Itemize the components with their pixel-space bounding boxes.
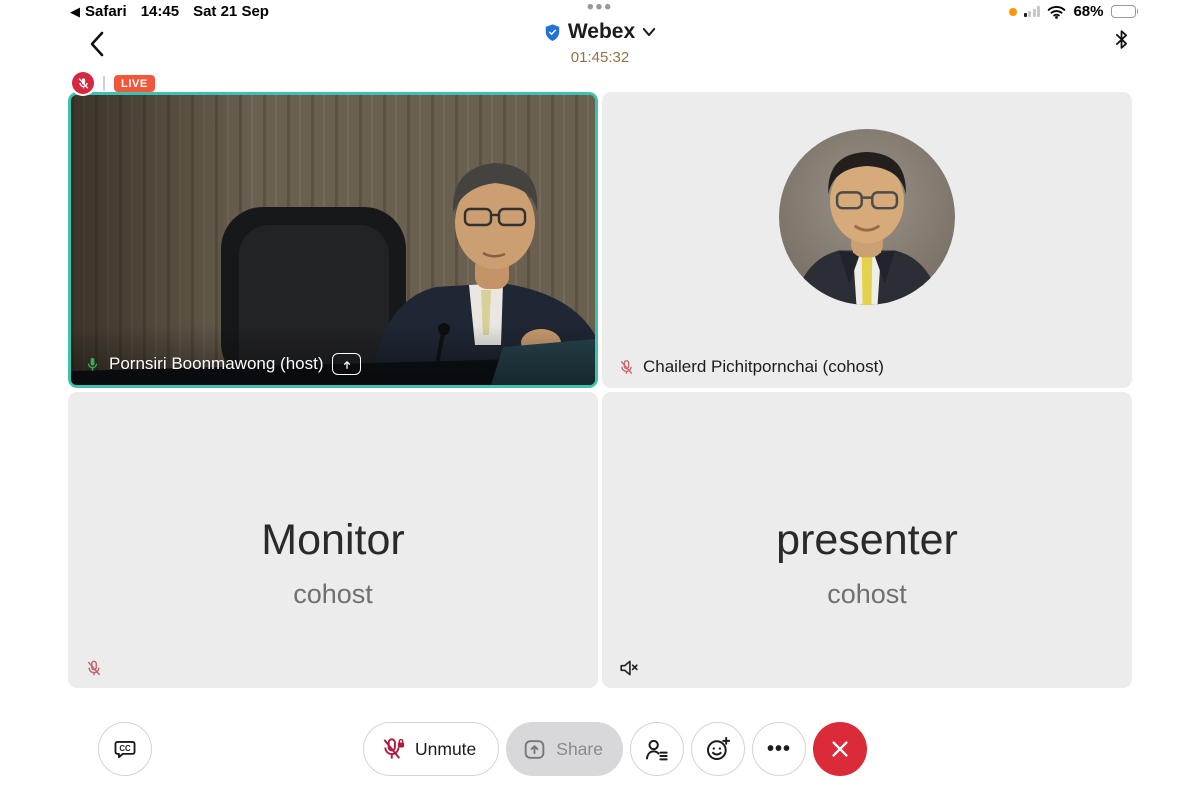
mic-muted-icon bbox=[85, 658, 103, 679]
meeting-control-bar: CC Unmute Share bbox=[0, 722, 1200, 778]
share-label: Share bbox=[556, 739, 603, 760]
app-title: Webex bbox=[568, 20, 635, 44]
participants-icon bbox=[643, 736, 670, 763]
cellular-signal-icon bbox=[1024, 6, 1041, 17]
status-right: 68% bbox=[1009, 3, 1138, 20]
wifi-icon bbox=[1047, 5, 1066, 19]
participant-name-presenter: presenter bbox=[602, 516, 1132, 565]
meeting-title-dropdown[interactable]: Webex bbox=[544, 20, 656, 44]
participant-name-host: Pornsiri Boonmawong (host) bbox=[109, 354, 323, 374]
participants-button[interactable] bbox=[630, 722, 684, 776]
participant-role-monitor: cohost bbox=[68, 579, 598, 610]
cohost-avatar bbox=[779, 129, 955, 305]
video-tile-monitor[interactable]: Monitor cohost bbox=[68, 392, 598, 688]
unmute-label: Unmute bbox=[415, 739, 476, 760]
closed-captions-button[interactable]: CC bbox=[98, 722, 152, 776]
verified-shield-icon bbox=[544, 23, 561, 42]
participant-name-cohost: Chailerd Pichitpornchai (cohost) bbox=[643, 357, 884, 377]
bluetooth-icon bbox=[1115, 29, 1128, 55]
reactions-button[interactable] bbox=[691, 722, 745, 776]
close-x-icon bbox=[829, 738, 851, 760]
host-label-bar: Pornsiri Boonmawong (host) bbox=[71, 327, 595, 385]
mic-on-icon bbox=[85, 354, 100, 375]
meeting-title-block: Webex 01:45:32 bbox=[0, 20, 1200, 66]
reactions-smiley-icon bbox=[704, 735, 732, 763]
live-badge: LIVE bbox=[114, 75, 155, 92]
badge-divider bbox=[103, 76, 105, 91]
cc-icon: CC bbox=[112, 736, 138, 762]
video-tile-cohost[interactable]: Chailerd Pichitpornchai (cohost) bbox=[602, 92, 1132, 388]
video-tile-host[interactable]: Pornsiri Boonmawong (host) bbox=[68, 92, 598, 388]
participant-role-presenter: cohost bbox=[602, 579, 1132, 610]
battery-icon bbox=[1111, 5, 1139, 18]
video-grid: Pornsiri Boonmawong (host) bbox=[68, 92, 1132, 688]
participant-name-monitor: Monitor bbox=[68, 516, 598, 565]
mic-muted-icon bbox=[618, 358, 635, 377]
more-options-button[interactable]: ••• bbox=[752, 722, 806, 776]
end-call-button[interactable] bbox=[813, 722, 867, 776]
svg-text:CC: CC bbox=[119, 744, 131, 753]
stage-badges: LIVE bbox=[72, 72, 155, 94]
cohost-label-bar: Chailerd Pichitpornchai (cohost) bbox=[618, 357, 884, 377]
muted-indicator-badge bbox=[72, 72, 94, 94]
unmute-button[interactable]: Unmute bbox=[363, 722, 499, 776]
more-dots-icon: ••• bbox=[767, 744, 791, 754]
chevron-down-icon bbox=[642, 27, 656, 37]
share-button[interactable]: Share bbox=[506, 722, 623, 776]
mic-muted-lock-icon bbox=[381, 736, 406, 762]
primary-controls: Unmute Share bbox=[363, 722, 867, 776]
video-tile-presenter[interactable]: presenter cohost bbox=[602, 392, 1132, 688]
speaker-muted-icon bbox=[617, 657, 641, 679]
share-screen-icon bbox=[522, 737, 547, 762]
arrow-up-icon bbox=[340, 358, 354, 371]
mic-in-use-indicator bbox=[1009, 8, 1017, 16]
meeting-timer: 01:45:32 bbox=[0, 49, 1200, 66]
battery-percent: 68% bbox=[1073, 3, 1103, 20]
screen-share-indicator[interactable] bbox=[332, 353, 361, 375]
